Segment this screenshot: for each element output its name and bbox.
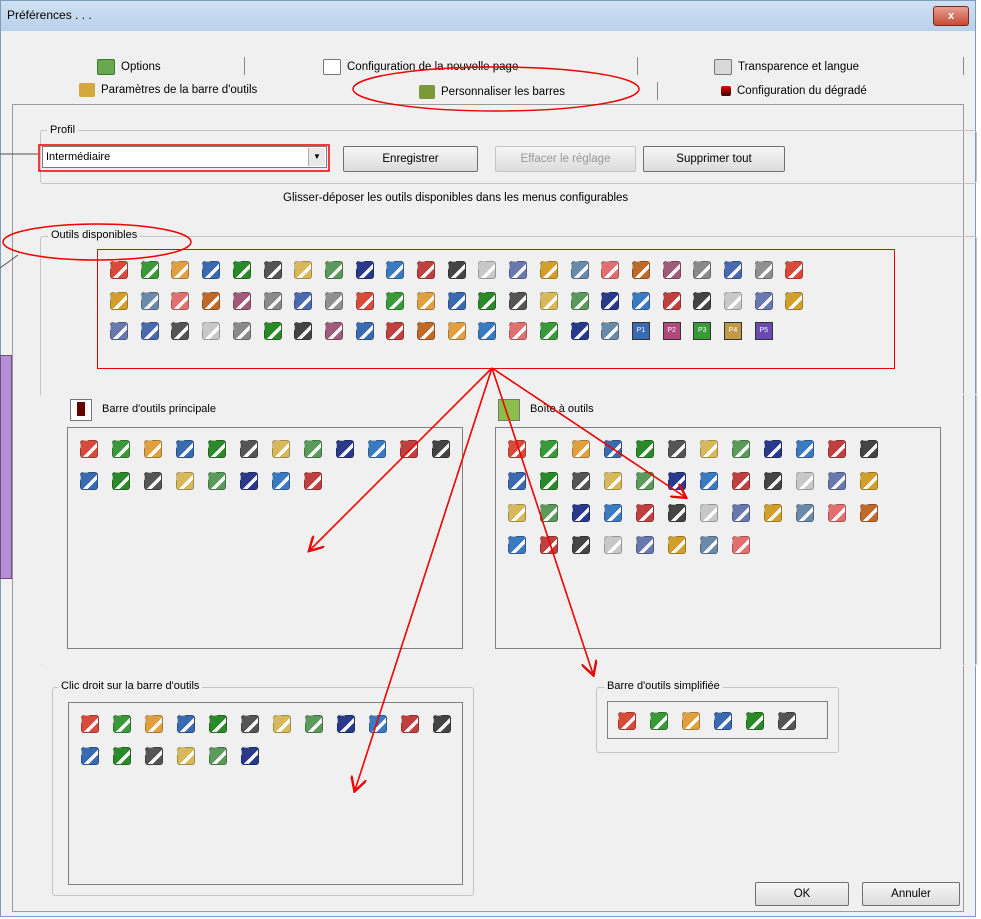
active-tab-ellipse (352, 66, 640, 112)
available-tools-ellipse (2, 223, 192, 261)
arrow-to-simplified (491, 367, 593, 674)
arrow-to-toolbox (491, 367, 685, 497)
arrow-to-main-toolbar (310, 367, 493, 550)
callout-line (0, 254, 19, 269)
profile-highlight-box (38, 144, 330, 172)
annotation-overlay (0, 66, 981, 919)
arrow-to-right-click (355, 367, 493, 790)
